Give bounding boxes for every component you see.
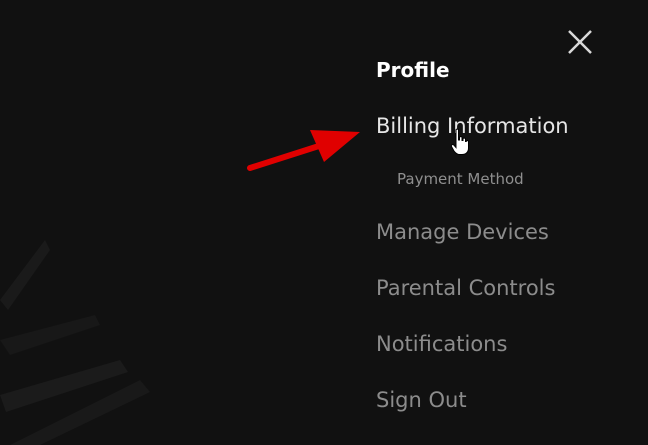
account-menu: Profile Billing Information Payment Meth…	[376, 0, 636, 445]
hand-cursor-icon	[450, 128, 469, 155]
red-arrow-annotation	[247, 130, 360, 171]
menu-item-notifications[interactable]: Notifications	[376, 332, 507, 356]
menu-item-sign-out[interactable]: Sign Out	[376, 388, 467, 412]
menu-item-payment-method[interactable]: Payment Method	[397, 170, 524, 188]
menu-item-profile[interactable]: Profile	[376, 58, 450, 82]
menu-item-billing-information[interactable]: Billing Information	[376, 114, 569, 138]
menu-item-parental-controls[interactable]: Parental Controls	[376, 276, 555, 300]
menu-item-manage-devices[interactable]: Manage Devices	[376, 220, 549, 244]
account-menu-screen: Profile Billing Information Payment Meth…	[0, 0, 648, 445]
